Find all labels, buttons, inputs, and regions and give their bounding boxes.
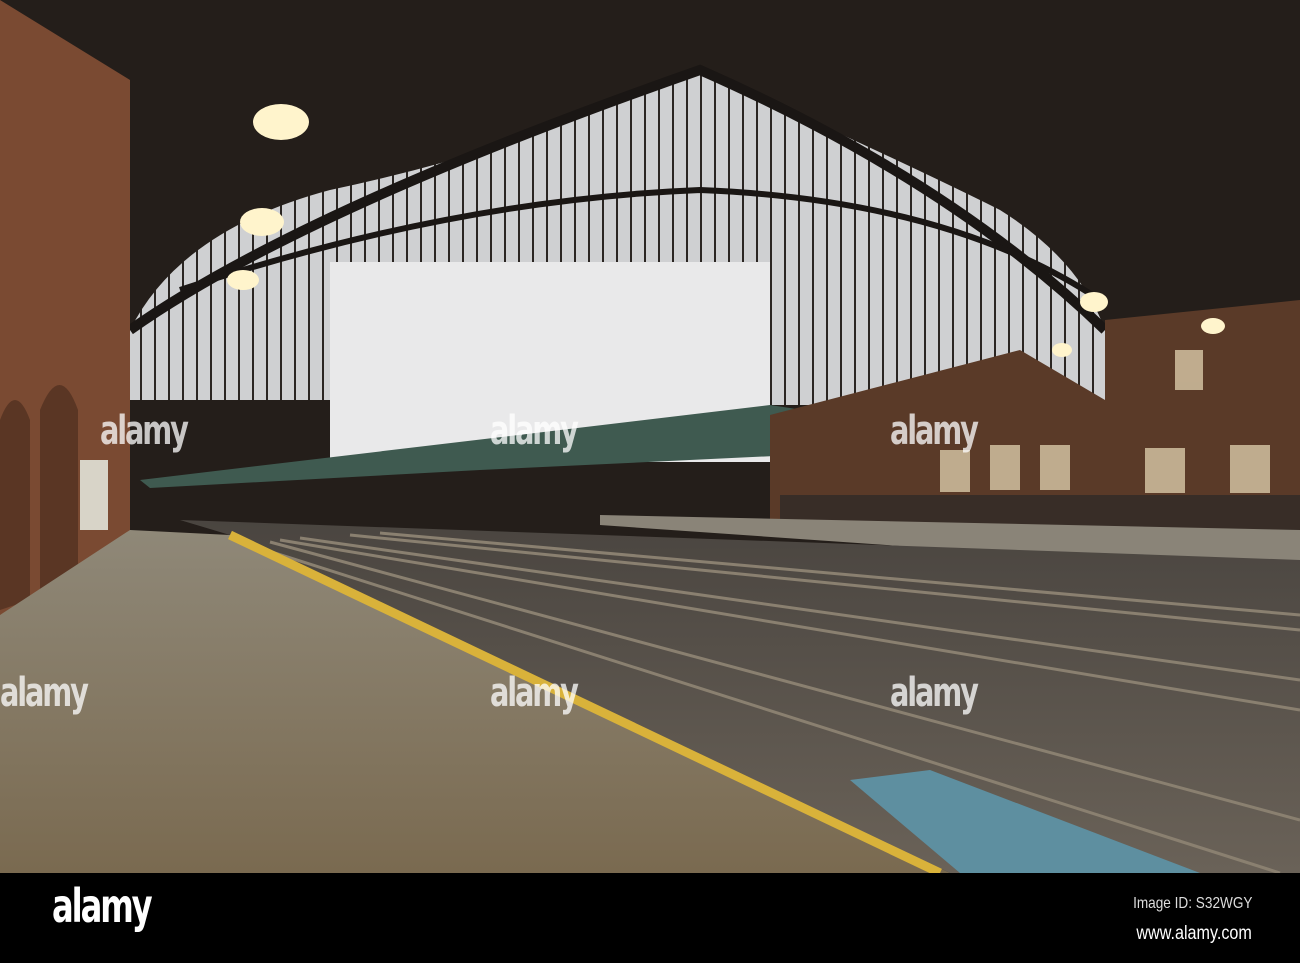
watermark-footer: alamy Image ID: S32WGY www.alamy.com <box>0 873 1300 963</box>
watermark-logo: alamy <box>0 670 89 716</box>
watermark-logo: alamy <box>890 408 979 454</box>
watermark-logo: alamy <box>490 408 579 454</box>
watermark-logo: alamy <box>890 670 979 716</box>
watermark-logo: alamy <box>490 670 579 716</box>
site-url: www.alamy.com <box>1136 923 1252 944</box>
image-id: Image ID: S32WGY <box>1132 895 1252 912</box>
alamy-logo: alamy <box>52 879 153 933</box>
station-photo <box>0 0 1300 873</box>
watermark-logo: alamy <box>100 408 189 454</box>
